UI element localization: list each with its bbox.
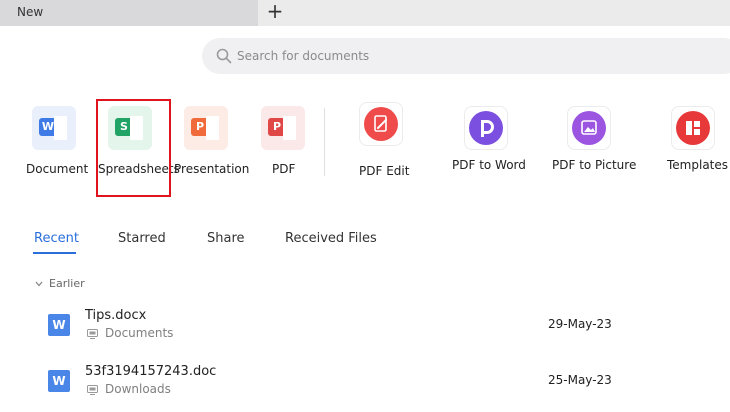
pdf-to-word-button[interactable]: PDF to Word (450, 106, 526, 174)
add-tab-button[interactable]: + (264, 0, 286, 24)
tab-new-label: New (17, 5, 44, 19)
pdf-edit-tile (359, 102, 403, 146)
table-row[interactable]: W 53f3194157243.doc Downloads 25-May-23 (40, 362, 720, 408)
file-name: Tips.docx (85, 308, 147, 323)
table-row[interactable]: W Tips.docx Documents 29-May-23 (40, 306, 720, 352)
document-tile: W (32, 106, 76, 150)
search-icon (216, 48, 232, 64)
spreadsheets-highlight-box (96, 99, 171, 197)
templates-icon (676, 111, 710, 145)
file-location: Downloads (105, 382, 171, 396)
tab-starred[interactable]: Starred (118, 231, 166, 246)
pdf-label: PDF (272, 162, 296, 176)
document-label: Document (26, 162, 89, 176)
file-name: 53f3194157243.doc (85, 364, 217, 379)
pdf-to-word-tile (464, 106, 508, 150)
pdf-to-picture-button[interactable]: PDF to Picture (550, 106, 636, 174)
presentation-label: Presentation (174, 162, 250, 176)
tab-received-files[interactable]: Received Files (285, 231, 377, 246)
search-bar[interactable] (202, 38, 730, 74)
file-location: Documents (105, 326, 174, 340)
group-label-earlier: Earlier (49, 277, 85, 290)
pdf-to-picture-icon (572, 111, 606, 145)
chevron-down-icon[interactable] (34, 279, 44, 289)
active-tab-underline (33, 252, 76, 254)
word-file-icon: W (48, 314, 70, 336)
pdf-edit-icon (364, 107, 398, 141)
presentation-tile: P (184, 106, 228, 150)
templates-tile (671, 106, 715, 150)
pdf-to-picture-label: PDF to Picture (552, 158, 637, 172)
pdf-tile: P (261, 106, 305, 150)
pdf-to-word-label: PDF to Word (452, 158, 526, 172)
pdf-to-picture-tile (567, 106, 611, 150)
tab-recent[interactable]: Recent (34, 231, 79, 246)
pdf-button[interactable]: P PDF (258, 106, 308, 178)
templates-button[interactable]: Templates (664, 106, 728, 174)
pdf-to-word-icon (469, 111, 503, 145)
tab-share[interactable]: Share (207, 231, 245, 246)
templates-label: Templates (667, 158, 729, 172)
presentation-button[interactable]: P Presentation (174, 106, 249, 178)
folder-location-icon (87, 329, 98, 339)
document-button[interactable]: W Document (22, 106, 89, 178)
pdf-edit-button[interactable]: PDF Edit (356, 102, 410, 178)
file-date: 25-May-23 (548, 373, 612, 387)
quick-create-divider (324, 108, 325, 176)
word-file-icon: W (48, 370, 70, 392)
tab-new[interactable]: New (0, 0, 258, 26)
tab-strip: New + (0, 0, 730, 26)
search-input[interactable] (237, 47, 717, 65)
pdf-edit-label: PDF Edit (359, 164, 410, 178)
file-date: 29-May-23 (548, 317, 612, 331)
folder-location-icon (87, 385, 98, 395)
